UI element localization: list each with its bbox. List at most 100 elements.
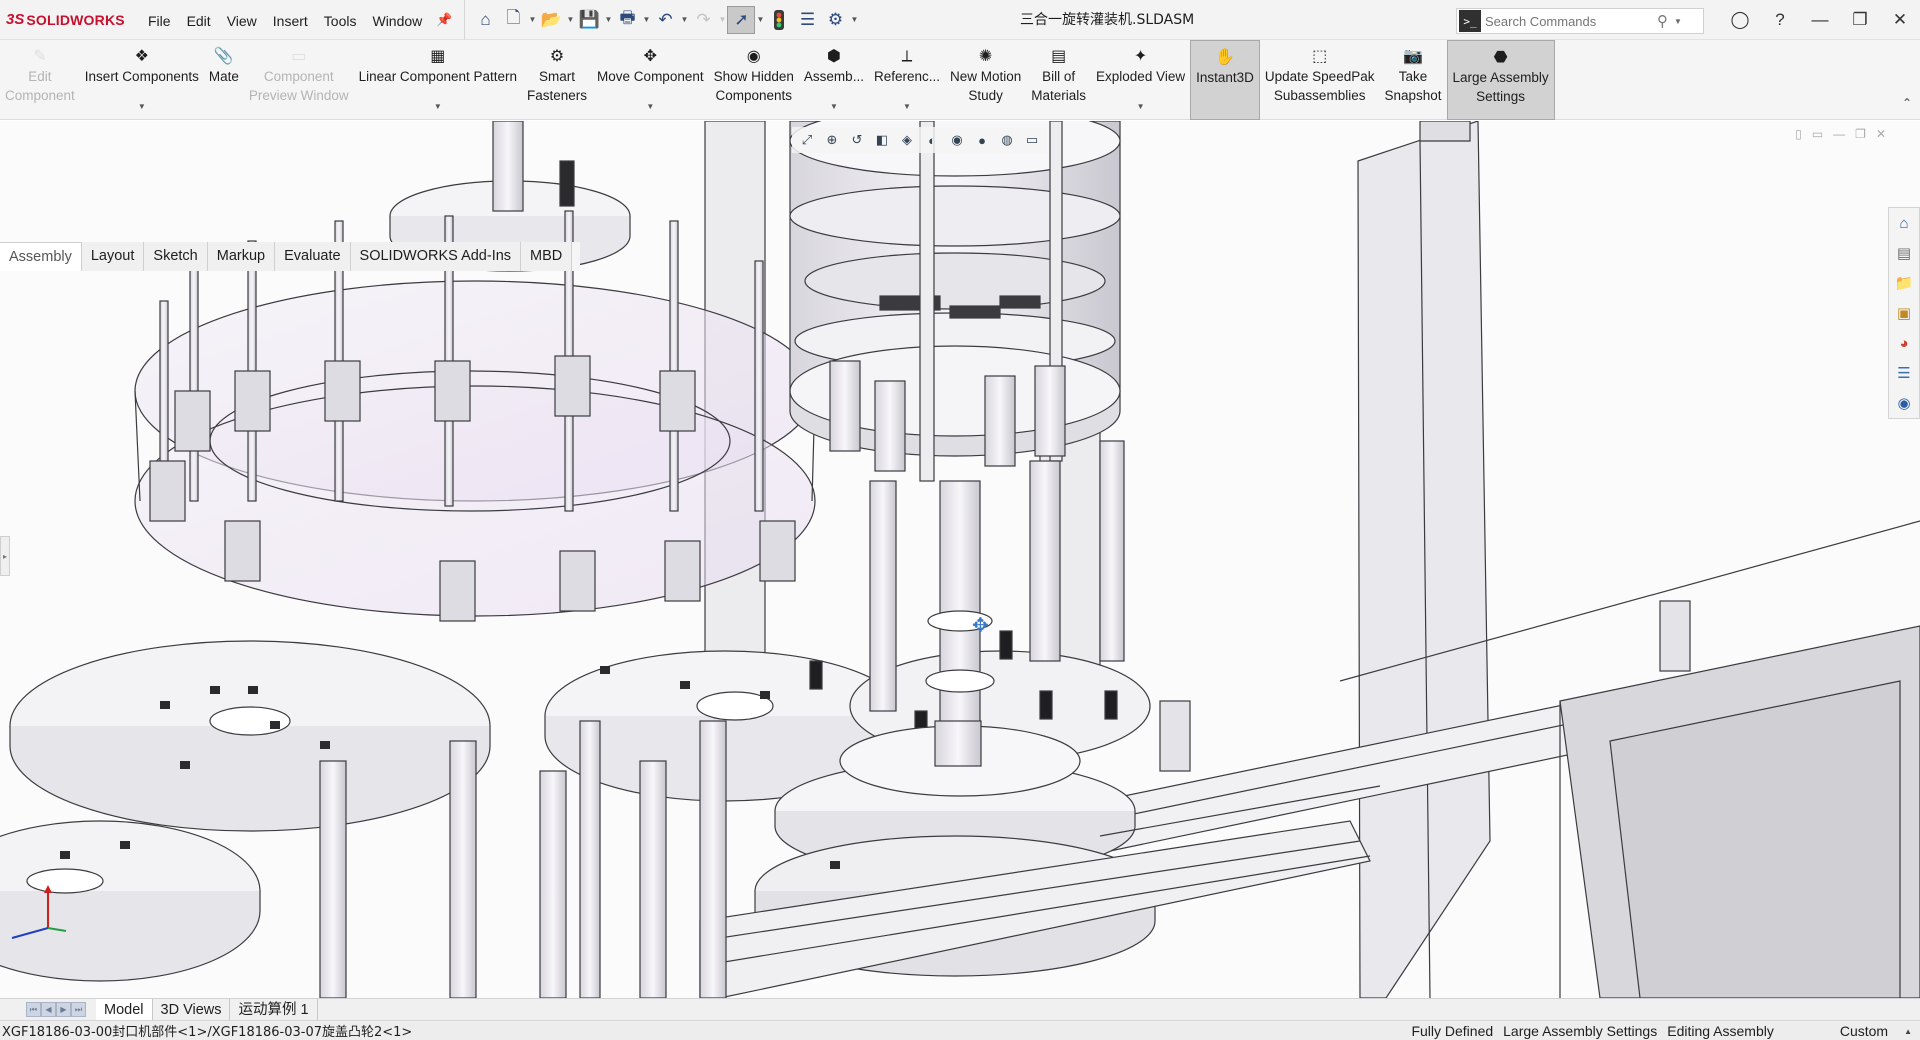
redo-dropdown-icon[interactable]: ▼ [717,15,727,24]
apply-scene-icon[interactable]: ◍ [996,129,1018,151]
redo-icon[interactable]: ↷ [689,6,717,34]
last-tab-icon[interactable]: ⏭ [71,1002,86,1017]
viewport-minimize-icon[interactable]: — [1833,127,1845,141]
next-tab-icon[interactable]: ▶ [56,1002,71,1017]
tab-solidworks-add-ins[interactable]: SOLIDWORKS Add-Ins [350,242,522,271]
exploded-view-button[interactable]: ✦ Exploded View ▼ [1091,40,1190,120]
home-icon[interactable]: ⌂ [471,6,499,34]
options-gear-icon[interactable]: ⚙ [821,6,849,34]
options-dropdown-icon[interactable]: ▼ [849,15,859,24]
new-document-icon[interactable]: 🗋 [499,6,527,34]
restore-icon[interactable]: ❐ [1840,0,1880,40]
menu-window[interactable]: Window [364,0,430,40]
new-motion-study-button[interactable]: ✺ New Motion Study [945,40,1026,120]
close-icon[interactable]: ✕ [1880,0,1920,40]
custom-properties-icon[interactable]: ☰ [1893,362,1915,384]
view-orientation-icon[interactable]: ◈ [896,129,918,151]
select-dropdown-icon[interactable]: ▼ [755,15,765,24]
print-dropdown-icon[interactable]: ▼ [641,15,651,24]
assembly-features-button[interactable]: ⬢ Assemb... ▼ [799,40,869,120]
save-dropdown-icon[interactable]: ▼ [603,15,613,24]
large-assembly-settings-button[interactable]: ⬣ Large Assembly Settings [1446,40,1555,120]
insert-components-button[interactable]: ❖ Insert Components ▼ [80,40,204,120]
move-component-dropdown-icon[interactable]: ▼ [646,97,654,116]
first-tab-icon[interactable]: ⏮ [26,1002,41,1017]
tab-markup[interactable]: Markup [207,242,276,271]
update-speedpak-button[interactable]: ⬚ Update SpeedPak Subassemblies [1260,40,1380,120]
tab-assembly[interactable]: Assembly [0,242,82,271]
zoom-to-fit-icon[interactable]: ⤢ [796,129,818,151]
reference-geometry-button[interactable]: ⟂ Referenc... ▼ [869,40,945,120]
bill-of-materials-button[interactable]: ▤ Bill of Materials [1026,40,1091,120]
tab-3d-views[interactable]: 3D Views [153,998,231,1021]
status-units[interactable]: Custom [1840,1023,1888,1039]
new-dropdown-icon[interactable]: ▼ [527,15,537,24]
graphics-area[interactable]: Assembly Layout Sketch Markup Evaluate SOLIDW… [0,121,1920,998]
search-commands-box[interactable]: >_ ⚲ ▼ [1456,8,1704,34]
search-icon[interactable]: ⚲ [1657,12,1668,30]
hide-show-items-icon[interactable]: ◉ [946,129,968,151]
display-style-icon[interactable]: ◐ [921,129,943,151]
select-arrow-icon[interactable]: ➚ [727,5,756,34]
instant3d-button[interactable]: ✋ Instant3D [1190,40,1260,120]
open-folder-icon[interactable]: 📂 [537,6,565,34]
reference-geometry-dropdown-icon[interactable]: ▼ [903,97,911,116]
previous-view-icon[interactable]: ↺ [846,129,868,151]
assembly-features-dropdown-icon[interactable]: ▼ [830,97,838,116]
viewport-split-icon[interactable]: ▭ [1812,127,1823,141]
prev-tab-icon[interactable]: ◀ [41,1002,56,1017]
open-dropdown-icon[interactable]: ▼ [565,15,575,24]
tab-layout[interactable]: Layout [81,242,145,271]
tab-mbd[interactable]: MBD [521,242,573,271]
file-explorer-icon[interactable]: 📁 [1893,272,1915,294]
menu-file[interactable]: File [140,0,179,40]
solidworks-resources-icon[interactable]: ⌂ [1893,212,1915,234]
viewport-restore-icon[interactable]: ❐ [1855,127,1866,141]
zoom-to-area-icon[interactable]: ⊕ [821,129,843,151]
units-menu-icon[interactable]: ▲ [1904,1027,1912,1036]
tab-model[interactable]: Model [96,998,153,1021]
collapse-ribbon-icon[interactable]: ⌃ [1902,96,1912,110]
menu-edit[interactable]: Edit [179,0,219,40]
minimize-icon[interactable]: — [1800,0,1840,40]
help-icon[interactable]: ? [1760,0,1800,40]
search-commands-input[interactable] [1485,13,1655,29]
viewport-close-icon[interactable]: ✕ [1876,127,1886,141]
tab-motion-study[interactable]: 运动算例 1 [230,998,318,1021]
design-library-icon[interactable]: ▤ [1893,242,1915,264]
view-settings-icon[interactable]: ▭ [1021,129,1043,151]
linear-component-pattern-dropdown-icon[interactable]: ▼ [434,97,442,116]
view-palette-icon[interactable]: ▣ [1893,302,1915,324]
menu-view[interactable]: View [219,0,265,40]
rebuild-traffic-light-icon[interactable] [765,6,793,34]
mate-button[interactable]: 📎 Mate [204,40,244,120]
appearances-icon[interactable]: ◕ [1893,332,1915,354]
smart-fasteners-button[interactable]: ⚙ Smart Fasteners [522,40,592,120]
pin-menu-icon[interactable]: 📌 [430,12,458,28]
viewport-tile-icon[interactable]: ▯ [1795,127,1802,141]
tab-evaluate[interactable]: Evaluate [275,242,351,271]
show-hidden-components-button[interactable]: ◉ Show Hidden Components [709,40,799,120]
edit-appearance-icon[interactable]: ● [971,129,993,151]
tab-sketch[interactable]: Sketch [144,242,208,271]
3dexperience-icon[interactable]: ◉ [1893,392,1915,414]
feature-tree-flyout-handle[interactable]: ▸ [0,536,10,576]
print-icon[interactable]: 🖶 [613,6,641,34]
take-snapshot-button[interactable]: 📷 Take Snapshot [1379,40,1446,120]
file-properties-icon[interactable]: ☰ [793,6,821,34]
save-icon[interactable]: 💾 [575,6,603,34]
exploded-view-dropdown-icon[interactable]: ▼ [1137,97,1145,116]
status-large-assembly[interactable]: Large Assembly Settings [1503,1023,1657,1039]
menu-tools[interactable]: Tools [316,0,365,40]
section-view-icon[interactable]: ◧ [871,129,893,151]
menu-insert[interactable]: Insert [265,0,316,40]
undo-dropdown-icon[interactable]: ▼ [679,15,689,24]
solidworks-logo[interactable]: 3S SOLIDWORKS [0,0,140,40]
undo-icon[interactable]: ↶ [651,6,679,34]
component-preview-window-button[interactable]: ▭ Component Preview Window [244,40,354,120]
user-account-icon[interactable]: ◯ [1720,0,1760,40]
move-component-button[interactable]: ✥ Move Component ▼ [592,40,709,120]
edit-component-button[interactable]: ✎ Edit Component [0,40,80,120]
insert-components-dropdown-icon[interactable]: ▼ [138,97,146,116]
search-dropdown-icon[interactable]: ▼ [1674,17,1682,26]
